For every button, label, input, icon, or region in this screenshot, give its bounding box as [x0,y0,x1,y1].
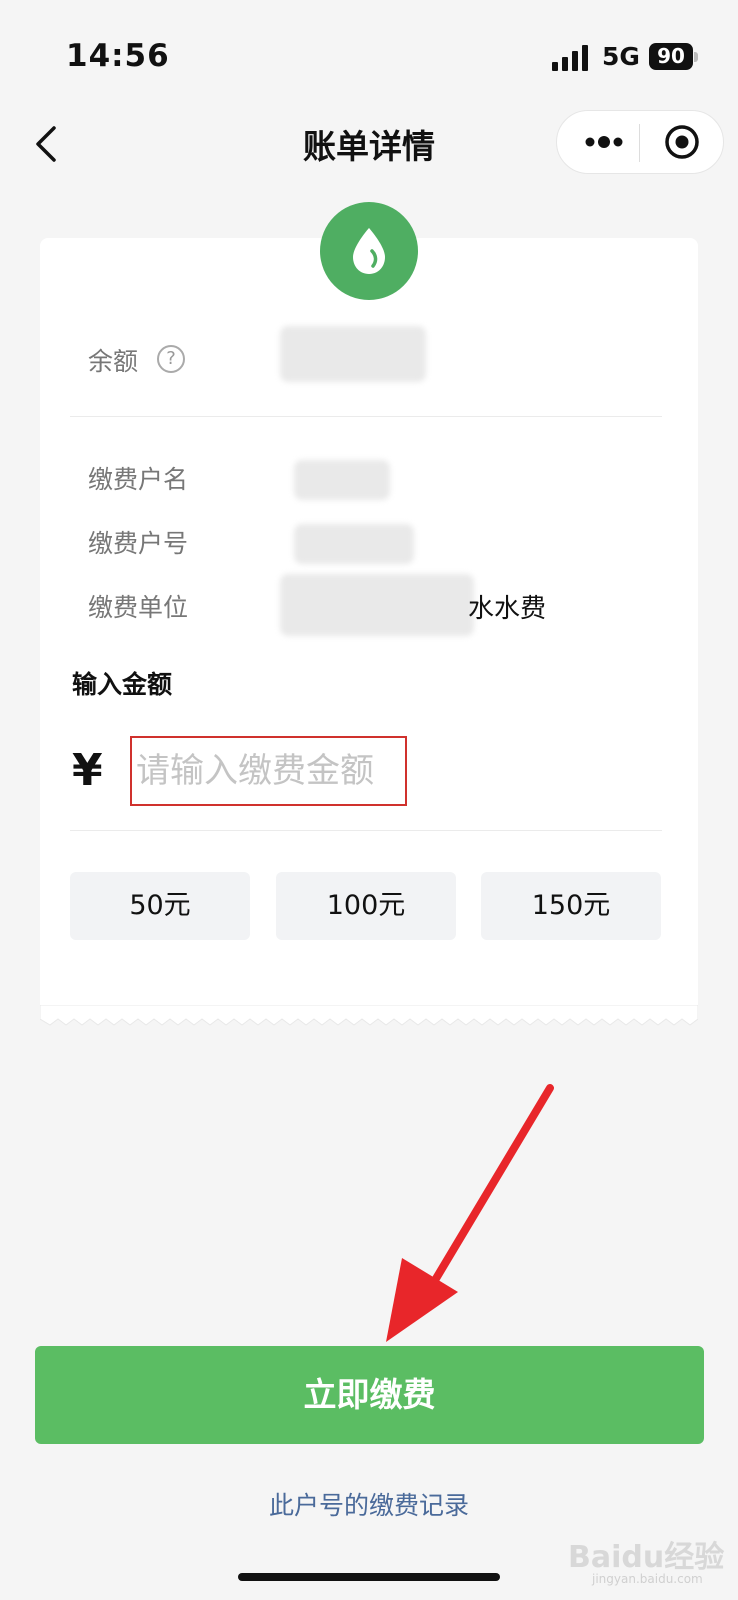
baidu-watermark-logo: Baidu经验 [568,1540,725,1575]
card-zigzag-edge [40,1005,698,1026]
payment-history-link[interactable]: 此户号的缴费记录 [0,1486,738,1522]
currency-symbol: ¥ [72,745,103,796]
account-name-redacted [294,460,390,500]
amount-section-title: 输入金额 [72,670,173,699]
annotation-arrow [386,1084,554,1342]
close-mini-program-icon[interactable] [660,122,704,162]
balance-label: 余额 [88,347,139,376]
water-drop-icon [353,228,385,274]
quick-amount-100[interactable]: 100元 [276,872,456,940]
status-time: 14:56 [66,38,170,74]
quick-amount-50[interactable]: 50元 [70,872,250,940]
account-number-redacted [294,524,414,564]
pay-now-button[interactable]: 立即缴费 [35,1346,704,1444]
capsule-divider [639,124,640,162]
battery-nub [694,52,698,62]
account-name-label: 缴费户名 [88,465,189,494]
balance-value-redacted [280,326,426,382]
payee-unit-suffix: 水水费 [468,594,547,624]
amount-input[interactable] [130,736,407,806]
divider [70,830,662,831]
account-number-label: 缴费户号 [88,529,189,558]
divider [70,416,662,417]
home-indicator[interactable] [238,1573,500,1581]
battery-icon: 90 [649,43,693,70]
baidu-watermark-url: jingyan.baidu.com [592,1572,703,1586]
signal-icon [552,45,588,71]
payee-unit-redacted [280,574,474,636]
help-question-icon[interactable]: ? [157,345,185,373]
more-icon[interactable] [576,122,632,162]
network-label: 5G [602,42,640,71]
payee-unit-label: 缴费单位 [88,593,189,622]
quick-amount-150[interactable]: 150元 [481,872,661,940]
